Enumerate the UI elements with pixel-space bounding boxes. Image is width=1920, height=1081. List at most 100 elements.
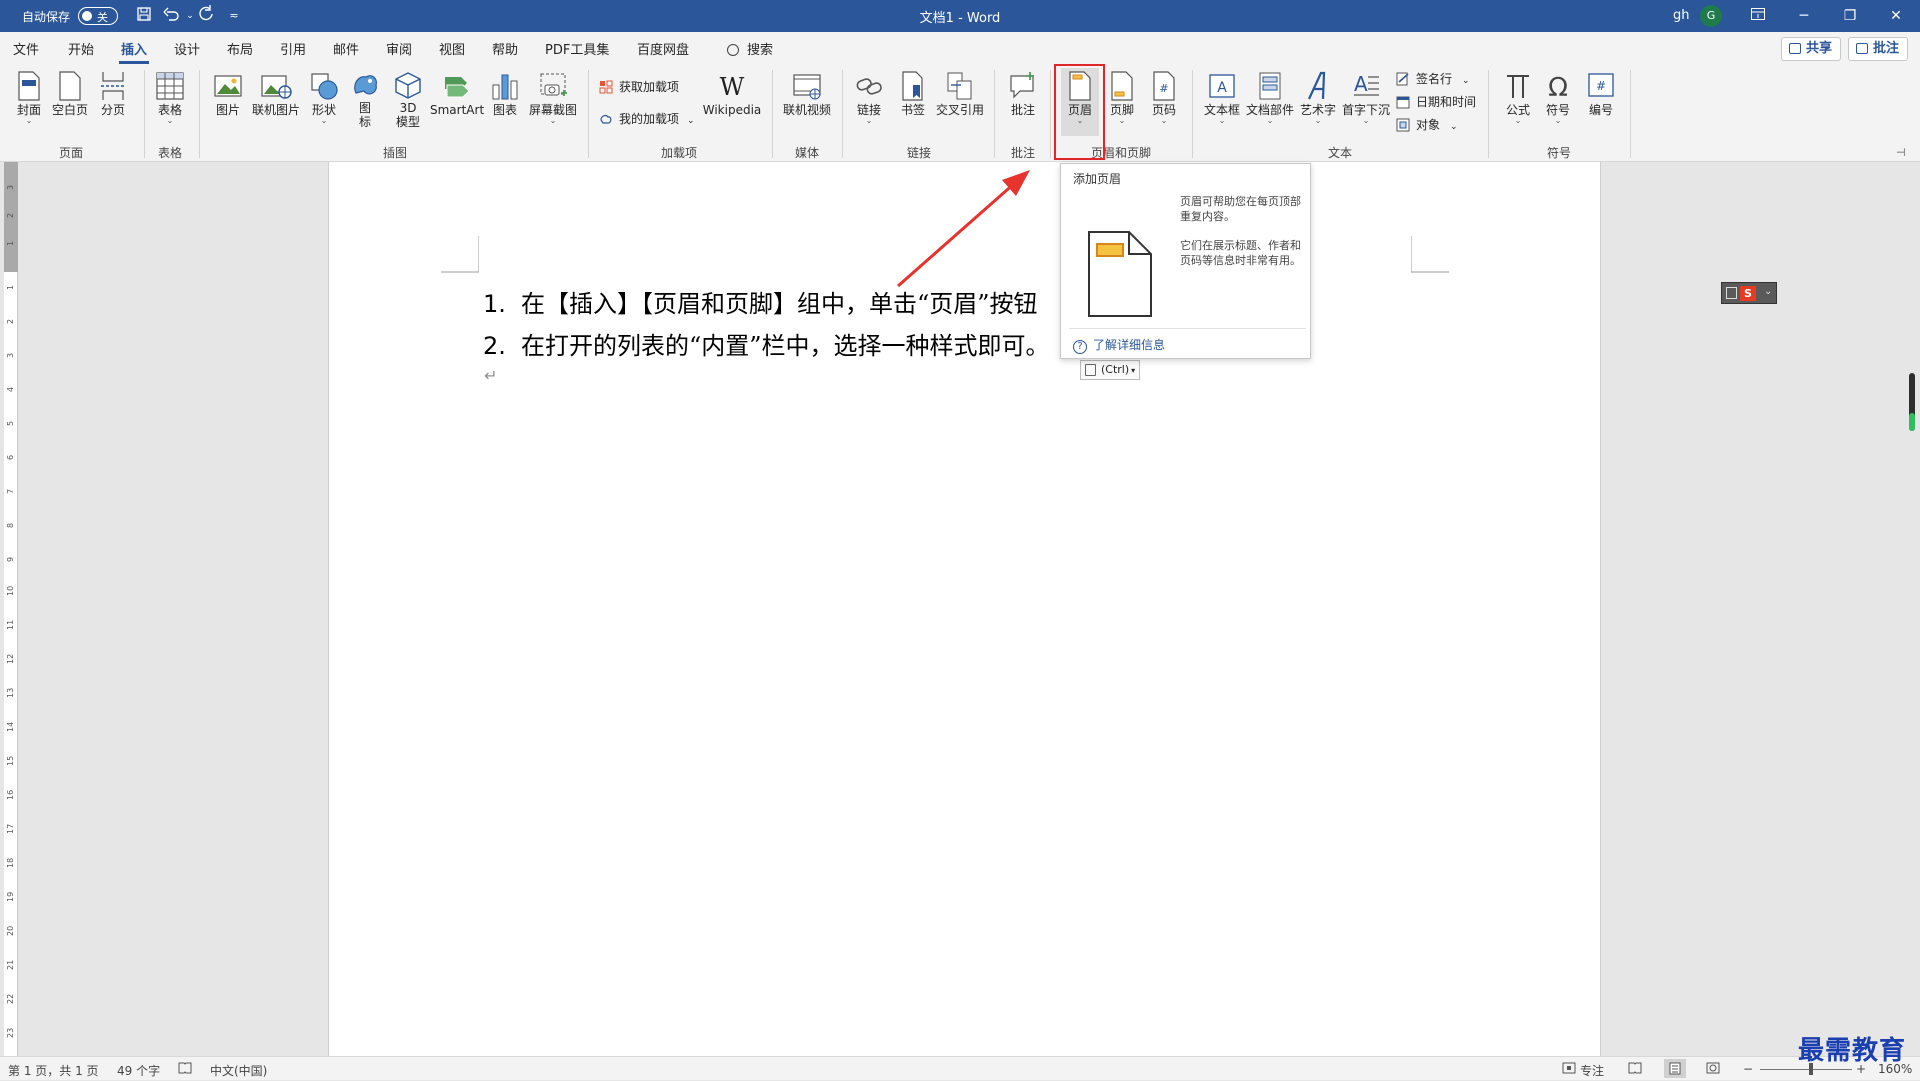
tab-home[interactable]: 开始 xyxy=(68,39,94,58)
list-item[interactable]: 1. 在【插入】【页眉和页脚】组中，单击“页眉”按钮 xyxy=(483,284,1050,326)
numbered-list[interactable]: 1. 在【插入】【页眉和页脚】组中，单击“页眉”按钮 2. 在打开的列表的“内置”栏… xyxy=(483,284,1050,368)
print-layout-icon[interactable] xyxy=(1664,1059,1686,1078)
icons-label-line2: 标 xyxy=(358,115,371,129)
vertical-scrollbar[interactable] xyxy=(1909,373,1915,431)
minimize-button[interactable]: ─ xyxy=(1781,0,1827,32)
get-addins-button[interactable]: 获取加载项 xyxy=(599,76,679,98)
chevron-down-icon: ⌄ xyxy=(1218,116,1226,125)
learn-more-link[interactable]: ? 了解详细信息 xyxy=(1073,336,1165,354)
list-item-text[interactable]: 在打开的列表的“内置”栏中，选择一种样式即可。 xyxy=(521,332,1050,360)
margin-corner-top-left xyxy=(441,236,479,273)
tab-layout[interactable]: 布局 xyxy=(227,39,253,58)
textbox-label: 文本框 xyxy=(1203,103,1240,117)
screenshot-button[interactable]: 屏幕截图 ⌄ xyxy=(526,68,580,138)
chevron-down-icon: ⌄ xyxy=(1450,122,1458,132)
3d-models-button[interactable]: 3D 模型 xyxy=(390,68,426,138)
tab-file[interactable]: 文件 xyxy=(13,39,39,58)
close-button[interactable]: ✕ xyxy=(1873,0,1919,32)
picture-button[interactable]: 图片 xyxy=(210,68,246,138)
document-page[interactable]: 1. 在【插入】【页眉和页脚】组中，单击“页眉”按钮 2. 在打开的列表的“内置”栏… xyxy=(328,162,1601,1056)
tab-design[interactable]: 设计 xyxy=(174,39,200,58)
footer-button[interactable]: 页脚 ⌄ xyxy=(1105,68,1139,138)
object-button[interactable]: 对象 ⌄ xyxy=(1396,114,1458,136)
share-button[interactable]: 共享 xyxy=(1781,37,1842,61)
online-pictures-button[interactable]: 联机图片 xyxy=(248,68,304,138)
avatar[interactable]: G xyxy=(1700,5,1722,27)
chevron-down-icon: ⌄ xyxy=(1462,76,1470,86)
signature-line-button[interactable]: 签名行 ⌄ xyxy=(1396,68,1470,90)
cover-page-button[interactable]: 封面 ⌄ xyxy=(12,68,46,138)
tab-mailings[interactable]: 邮件 xyxy=(333,39,359,58)
page-number-button[interactable]: # 页码 ⌄ xyxy=(1147,68,1181,138)
redo-icon[interactable] xyxy=(194,5,218,27)
ruler-number: 7 xyxy=(6,488,15,494)
read-mode-icon[interactable] xyxy=(1628,1062,1642,1077)
save-icon[interactable] xyxy=(132,5,156,27)
page-break-label: 分页 xyxy=(100,103,125,117)
date-time-button[interactable]: 日期和时间 xyxy=(1396,91,1476,113)
ribbon-separator xyxy=(199,70,200,158)
quick-parts-button[interactable]: 文档部件 ⌄ xyxy=(1246,68,1294,138)
tab-references[interactable]: 引用 xyxy=(280,39,306,58)
paste-options-button[interactable]: (Ctrl) ▾ xyxy=(1080,360,1141,380)
page-break-button[interactable]: 分页 xyxy=(96,68,130,138)
table-button[interactable]: 表格 ⌄ xyxy=(152,68,188,138)
web-layout-icon[interactable] xyxy=(1706,1062,1720,1077)
textbox-button[interactable]: A 文本框 ⌄ xyxy=(1202,68,1242,138)
smartart-label: SmartArt xyxy=(430,103,485,117)
cross-reference-button[interactable]: 交叉引用 xyxy=(934,68,986,138)
tab-insert[interactable]: 插入 xyxy=(118,39,150,64)
blank-page-button[interactable]: 空白页 xyxy=(50,68,90,138)
proofing-icon[interactable] xyxy=(178,1062,192,1077)
scrollbar-thumb[interactable] xyxy=(1909,413,1915,431)
icons-button[interactable]: 图 标 xyxy=(348,68,382,138)
customize-qat-icon[interactable]: ≂ xyxy=(222,5,246,27)
tab-review[interactable]: 审阅 xyxy=(386,39,412,58)
ime-toolbar[interactable]: S ⌄ xyxy=(1721,282,1777,304)
ruler-number: 3 xyxy=(6,352,15,358)
tab-view[interactable]: 视图 xyxy=(439,39,465,58)
focus-label[interactable]: 专注 xyxy=(1580,1062,1604,1079)
drop-cap-button[interactable]: A 首字下沉 ⌄ xyxy=(1340,68,1392,138)
shapes-button[interactable]: 形状 ⌄ xyxy=(306,68,342,138)
new-comment-button[interactable]: 批注 xyxy=(1005,68,1041,138)
calendar-icon xyxy=(1396,96,1410,109)
numbering-button[interactable]: # 编号 xyxy=(1584,68,1618,138)
user-name[interactable]: gh xyxy=(1673,8,1690,23)
get-addins-label: 获取加载项 xyxy=(619,80,680,94)
title-bar: 自动保存 关 ⌄ ≂ 文档1 - Word gh G ─ ❐ ✕ xyxy=(0,0,1920,32)
link-button[interactable]: 链接 ⌄ xyxy=(852,68,886,138)
restore-button[interactable]: ❐ xyxy=(1827,0,1873,32)
tab-baidu-netdisk[interactable]: 百度网盘 xyxy=(637,39,689,58)
zoom-out-button[interactable]: − xyxy=(1743,1062,1753,1076)
tab-pdf-tools[interactable]: PDF工具集 xyxy=(545,39,609,58)
pin-ribbon-icon[interactable]: ⊣ xyxy=(1896,146,1906,159)
autosave-toggle[interactable]: 关 xyxy=(78,7,118,25)
drop-cap-label: 首字下沉 xyxy=(1341,103,1390,117)
list-item-text[interactable]: 在【插入】【页眉和页脚】组中，单击“页眉”按钮 xyxy=(521,290,1038,318)
online-video-button[interactable]: 联机视频 xyxy=(780,68,834,138)
list-number: 2. xyxy=(483,332,506,360)
chart-button[interactable]: 图表 xyxy=(488,68,522,138)
wordart-button[interactable]: 艺术字 ⌄ xyxy=(1298,68,1338,138)
symbol-button[interactable]: Ω 符号 ⌄ xyxy=(1540,68,1576,138)
comments-button[interactable]: 批注 xyxy=(1848,37,1909,61)
group-label-illustrations: 插图 xyxy=(382,146,407,160)
list-item[interactable]: 2. 在打开的列表的“内置”栏中，选择一种样式即可。 xyxy=(483,326,1050,368)
page-count[interactable]: 第 1 页，共 1 页 xyxy=(8,1062,99,1079)
ribbon-display-options-icon[interactable] xyxy=(1735,0,1781,32)
focus-mode-icon[interactable] xyxy=(1562,1062,1576,1077)
search-box[interactable]: 搜索 xyxy=(727,39,773,58)
word-count[interactable]: 49 个字 xyxy=(117,1062,160,1079)
ruler-number: 4 xyxy=(6,386,15,392)
tab-help[interactable]: 帮助 xyxy=(492,39,518,58)
zoom-slider[interactable] xyxy=(1760,1069,1852,1070)
ribbon-separator xyxy=(1630,70,1631,158)
my-addins-button[interactable]: 我的加载项 ⌄ xyxy=(599,108,695,130)
wikipedia-button[interactable]: W Wikipedia xyxy=(700,68,764,138)
bookmark-button[interactable]: 书签 xyxy=(896,68,930,138)
smartart-button[interactable]: SmartArt xyxy=(430,68,484,138)
autosave-state: 关 xyxy=(97,11,108,24)
language[interactable]: 中文(中国) xyxy=(210,1062,267,1079)
equation-button[interactable]: 公式 ⌄ xyxy=(1500,68,1536,138)
